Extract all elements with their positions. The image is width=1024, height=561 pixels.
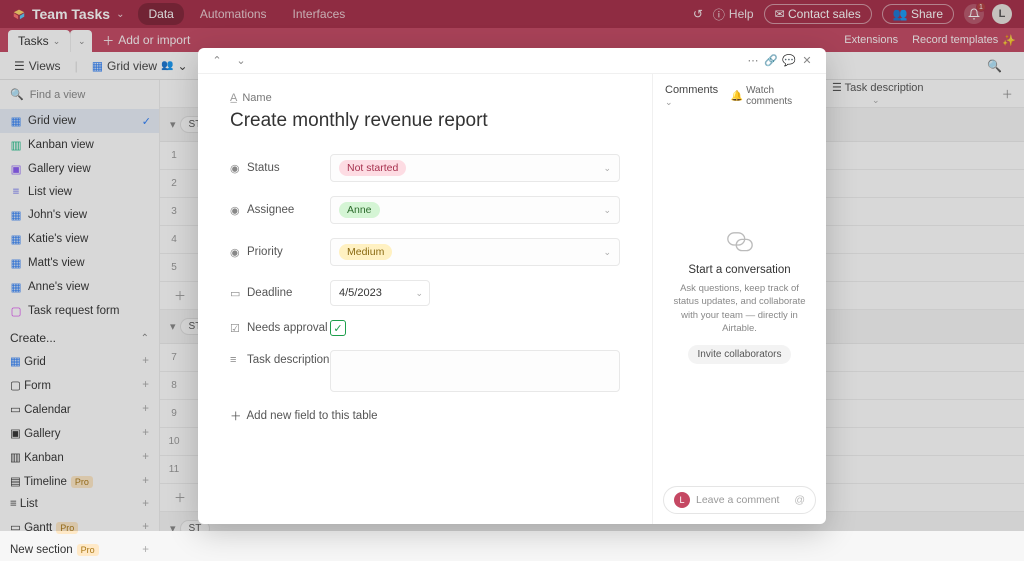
watch-comments-button[interactable]: 🔔 Watch comments: [731, 85, 814, 107]
single-select-icon: ◉: [230, 246, 242, 259]
close-modal-button[interactable]: ✕: [798, 52, 816, 70]
single-select-icon: ◉: [230, 204, 242, 217]
record-fields-panel: A̲ Name Create monthly revenue report ◉S…: [198, 74, 652, 524]
comments-tab[interactable]: Comments ⌄: [665, 84, 723, 108]
copy-link-button[interactable]: 🔗: [762, 52, 780, 70]
mention-icon[interactable]: @: [794, 494, 805, 506]
name-field-label: A̲ Name: [230, 92, 620, 104]
status-field[interactable]: Not started⌄: [330, 154, 620, 182]
single-select-icon: ◉: [230, 162, 242, 175]
comment-placeholder: Leave a comment: [696, 494, 779, 506]
record-title[interactable]: Create monthly revenue report: [230, 110, 620, 132]
assignee-field[interactable]: Anne⌄: [330, 196, 620, 224]
more-options-button[interactable]: ⋯: [744, 52, 762, 70]
modal-overlay: ⌃ ⌄ ⋯ 🔗 💬 ✕ A̲ Name Create monthly reven…: [0, 0, 1024, 531]
invite-collaborators-button[interactable]: Invite collaborators: [688, 345, 792, 364]
chevron-down-icon: ⌄: [603, 205, 611, 216]
deadline-field[interactable]: 4/5/2023⌄: [330, 280, 430, 306]
prev-record-button[interactable]: ⌃: [208, 52, 226, 70]
needs-approval-checkbox[interactable]: ✓: [330, 320, 346, 336]
next-record-button[interactable]: ⌄: [232, 52, 250, 70]
conversation-title: Start a conversation: [688, 264, 790, 276]
new-section-button[interactable]: New sectionPro+: [0, 539, 159, 561]
add-new-field-button[interactable]: ＋ Add new field to this table: [230, 408, 620, 424]
comment-input[interactable]: L Leave a comment @: [663, 486, 816, 514]
conversation-description: Ask questions, keep track of status upda…: [667, 282, 812, 335]
comment-avatar: L: [674, 492, 690, 508]
bell-icon: 🔔: [731, 91, 743, 102]
chevron-down-icon: ⌄: [603, 247, 611, 258]
task-description-field[interactable]: [330, 350, 620, 392]
priority-field[interactable]: Medium⌄: [330, 238, 620, 266]
long-text-icon: ≡: [230, 354, 242, 366]
toggle-comments-button[interactable]: 💬: [780, 52, 798, 70]
modal-header: ⌃ ⌄ ⋯ 🔗 💬 ✕: [198, 48, 826, 74]
calendar-icon: ▭: [230, 287, 242, 300]
record-modal: ⌃ ⌄ ⋯ 🔗 💬 ✕ A̲ Name Create monthly reven…: [198, 48, 826, 524]
comments-panel: Comments ⌄ 🔔 Watch comments Start a conv…: [652, 74, 826, 524]
chevron-down-icon: ⌄: [415, 288, 423, 299]
text-field-icon: A̲: [230, 92, 237, 104]
checkbox-icon: ☑: [230, 322, 242, 335]
chevron-down-icon: ⌄: [603, 163, 611, 174]
chat-bubbles-icon: [725, 230, 755, 254]
